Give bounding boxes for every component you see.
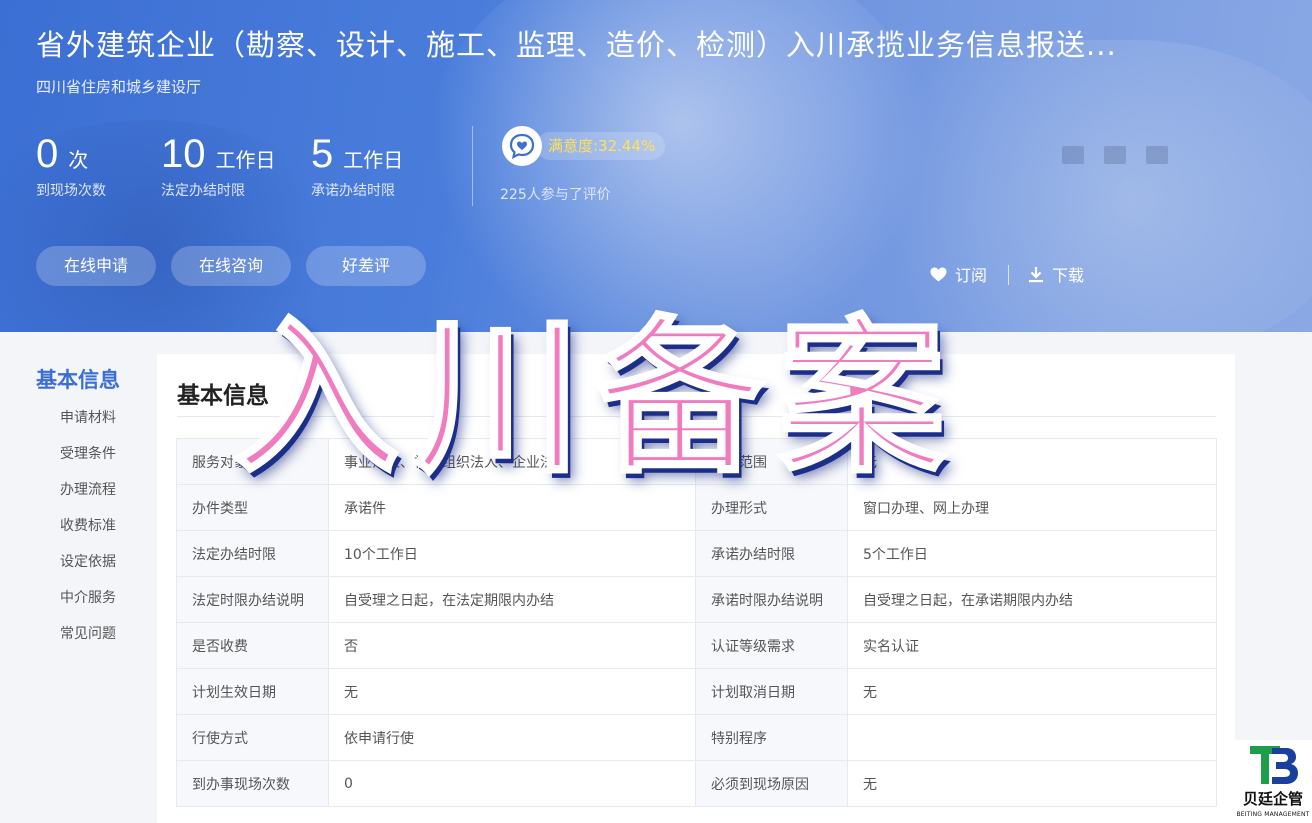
logo-english-name: BEITING MANAGEMENT [1236, 811, 1310, 818]
field-label: 认证等级需求 [695, 622, 848, 669]
stat-value: 5 [311, 132, 334, 176]
page-title: 省外建筑企业（勘察、设计、施工、监理、造价、检测）入川承揽业务信息报送... [36, 28, 1117, 62]
logo-chinese-name: 贝廷企管 [1242, 790, 1303, 808]
section-divider [177, 416, 1216, 417]
rating-button[interactable]: 好差评 [306, 246, 426, 286]
field-value: 5个工作日 [847, 530, 1217, 577]
field-value: 依申请行使 [328, 714, 696, 761]
logo-tb-icon [1250, 746, 1298, 784]
stat-label: 承诺办结时限 [311, 183, 395, 199]
stat-value: 10 [161, 132, 206, 176]
field-label: 办件类型 [176, 484, 329, 531]
nav-item-basis[interactable]: 设定依据 [60, 551, 116, 571]
field-value: 实名认证 [847, 622, 1217, 669]
satisfaction-participants: 225人参与了评价 [500, 187, 611, 203]
satisfaction-badge: 满意度:32.44% [536, 132, 666, 160]
field-value: 无 [847, 668, 1217, 715]
heart-icon [930, 267, 947, 281]
field-value: 事业法人、社会组织法人、企业法人 [328, 438, 696, 485]
stats-divider [472, 126, 473, 206]
hero-banner: 省外建筑企业（勘察、设计、施工、监理、造价、检测）入川承揽业务信息报送... 四… [0, 0, 1312, 332]
info-table: 服务对象 事业法人、社会组织法人、企业法人 通办范围 无 办件类型 承诺件 办理… [176, 438, 1217, 807]
nav-item-faq[interactable]: 常见问题 [60, 623, 116, 643]
stat-value: 0 [36, 132, 59, 176]
field-label: 承诺时限办结说明 [695, 576, 848, 623]
field-label: 是否收费 [176, 622, 329, 669]
nav-item-materials[interactable]: 申请材料 [60, 407, 116, 427]
nav-item-conditions[interactable]: 受理条件 [60, 443, 116, 463]
nav-item-fees[interactable]: 收费标准 [60, 515, 116, 535]
table-row: 到办事现场次数 0 必须到现场原因 无 [176, 760, 1217, 807]
download-button[interactable]: 下载 [1028, 262, 1084, 286]
department-name: 四川省住房和城乡建设厅 [36, 78, 202, 96]
download-label: 下载 [1052, 266, 1085, 285]
field-label: 到办事现场次数 [176, 760, 329, 807]
nav-basic-info[interactable]: 基本信息 [36, 364, 120, 394]
field-value: 10个工作日 [328, 530, 696, 577]
field-label: 计划取消日期 [695, 668, 848, 715]
basic-info-card: 基本信息 服务对象 事业法人、社会组织法人、企业法人 通办范围 无 办件类型 承… [157, 354, 1235, 823]
company-logo: 贝廷企管 BEITING MANAGEMENT [1232, 740, 1312, 823]
field-label: 必须到现场原因 [695, 760, 848, 807]
background-screen [1104, 146, 1126, 164]
background-screen [1146, 146, 1168, 164]
field-label: 特别程序 [695, 714, 848, 761]
hero-background-glow [820, 40, 1312, 332]
stat-label: 到现场次数 [36, 183, 106, 199]
section-title: 基本信息 [177, 383, 269, 409]
download-icon [1029, 266, 1043, 282]
table-row: 办件类型 承诺件 办理形式 窗口办理、网上办理 [176, 484, 1217, 531]
chat-heart-icon [502, 126, 542, 166]
field-value: 窗口办理、网上办理 [847, 484, 1217, 531]
field-label: 法定时限办结说明 [176, 576, 329, 623]
field-value: 无 [847, 438, 1217, 485]
online-apply-button[interactable]: 在线申请 [36, 246, 156, 286]
subscribe-label: 订阅 [955, 266, 988, 285]
stat-legal-deadline: 10 工作日 法定办结时限 [161, 130, 276, 200]
nav-item-process[interactable]: 办理流程 [60, 479, 116, 499]
field-label: 服务对象 [176, 438, 329, 485]
field-value: 自受理之日起，在法定期限内办结 [328, 576, 696, 623]
field-label: 行使方式 [176, 714, 329, 761]
stat-unit: 工作日 [215, 148, 276, 172]
field-value: 自受理之日起，在承诺期限内办结 [847, 576, 1217, 623]
table-row: 行使方式 依申请行使 特别程序 [176, 714, 1217, 761]
subscribe-button[interactable]: 订阅 [930, 262, 987, 286]
table-row: 计划生效日期 无 计划取消日期 无 [176, 668, 1217, 715]
table-row: 是否收费 否 认证等级需求 实名认证 [176, 622, 1217, 669]
field-label: 通办范围 [695, 438, 848, 485]
stat-unit: 工作日 [343, 148, 404, 172]
field-value: 否 [328, 622, 696, 669]
stat-promised-deadline: 5 工作日 承诺办结时限 [311, 130, 403, 200]
action-divider [1008, 265, 1009, 285]
stat-unit: 次 [68, 148, 89, 172]
stat-label: 法定办结时限 [161, 183, 245, 199]
online-consult-button[interactable]: 在线咨询 [171, 246, 291, 286]
field-value [847, 714, 1217, 761]
field-value: 0 [328, 760, 696, 807]
field-label: 办理形式 [695, 484, 848, 531]
stat-visit-count: 0次 到现场次数 [36, 130, 106, 200]
table-row: 法定办结时限 10个工作日 承诺办结时限 5个工作日 [176, 530, 1217, 577]
field-label: 承诺办结时限 [695, 530, 848, 577]
nav-item-agency[interactable]: 中介服务 [60, 587, 116, 607]
field-value: 无 [328, 668, 696, 715]
background-screen [1062, 146, 1084, 164]
field-value: 无 [847, 760, 1217, 807]
table-row: 法定时限办结说明 自受理之日起，在法定期限内办结 承诺时限办结说明 自受理之日起… [176, 576, 1217, 623]
field-value: 承诺件 [328, 484, 696, 531]
field-label: 法定办结时限 [176, 530, 329, 577]
table-row: 服务对象 事业法人、社会组织法人、企业法人 通办范围 无 [176, 438, 1217, 485]
field-label: 计划生效日期 [176, 668, 329, 715]
